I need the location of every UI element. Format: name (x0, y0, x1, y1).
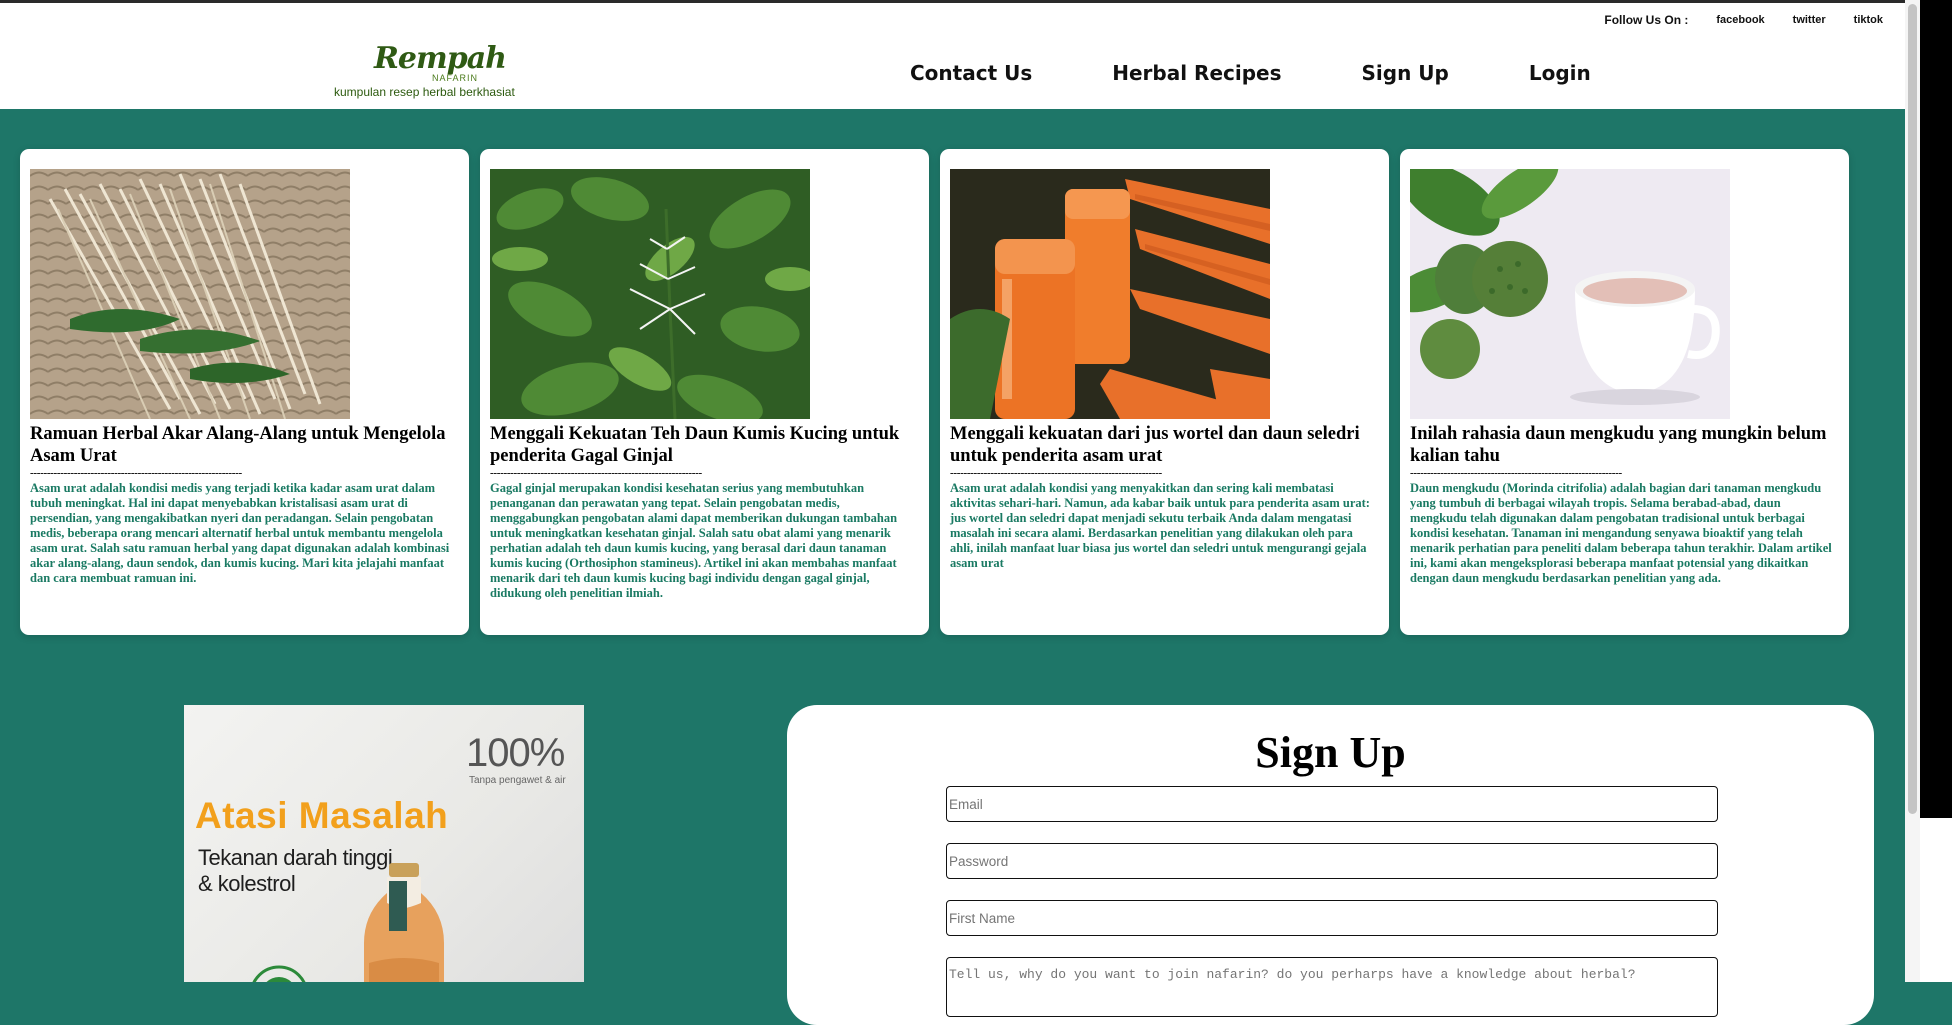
nav-herbal-recipes[interactable]: Herbal Recipes (1112, 61, 1281, 85)
twitter-link[interactable]: twitter (1793, 14, 1826, 26)
kumis-kucing-plant-image[interactable] (490, 169, 810, 419)
signup-title: Sign Up (1255, 728, 1406, 777)
promo-banner[interactable]: 100% Tanpa pengawet & air Atasi Masalah … (184, 705, 584, 982)
follow-label: Follow Us On : (1604, 13, 1689, 27)
mengkudu-leaf-tea-image[interactable] (1410, 169, 1730, 419)
email-field[interactable] (946, 786, 1718, 822)
nav-sign-up[interactable]: Sign Up (1362, 61, 1449, 85)
logo-script: Rempah (374, 41, 507, 76)
first-name-field[interactable] (946, 900, 1718, 936)
carrot-juice-image[interactable] (950, 169, 1270, 419)
card-title[interactable]: Inilah rahasia daun mengkudu yang mungki… (1410, 423, 1839, 467)
nav-contact-us[interactable]: Contact Us (910, 61, 1032, 85)
join-reason-field[interactable] (946, 957, 1718, 1017)
card-divider: ----------------------------------------… (30, 467, 242, 479)
card-body: Gagal ginjal merupakan kondisi kesehatan… (490, 481, 898, 600)
promo-percent-sub: Tanpa pengawet & air (469, 775, 566, 786)
juice-bottle-image (364, 863, 444, 982)
tiktok-link[interactable]: tiktok (1854, 14, 1883, 26)
card-title[interactable]: Menggali kekuatan dari jus wortel dan da… (950, 423, 1379, 467)
promo-headline: Atasi Masalah (195, 795, 449, 836)
article-card[interactable]: Inilah rahasia daun mengkudu yang mungki… (1400, 149, 1849, 635)
card-title[interactable]: Ramuan Herbal Akar Alang-Alang untuk Men… (30, 423, 459, 467)
card-title[interactable]: Menggali Kekuatan Teh Daun Kumis Kucing … (490, 423, 919, 467)
article-card[interactable]: Menggali Kekuatan Teh Daun Kumis Kucing … (480, 149, 929, 635)
card-divider: ----------------------------------------… (950, 467, 1162, 479)
logo-brand: NAFARIN (432, 73, 479, 83)
card-body: Daun mengkudu (Morinda citrifolia) adala… (1410, 481, 1832, 585)
card-body: Asam urat adalah kondisi medis yang terj… (30, 481, 450, 585)
article-card[interactable]: Ramuan Herbal Akar Alang-Alang untuk Men… (20, 149, 469, 635)
article-card[interactable]: Menggali kekuatan dari jus wortel dan da… (940, 149, 1389, 635)
page-scrollbar[interactable] (1905, 0, 1952, 982)
promo-percent: 100% (466, 731, 565, 775)
scrollbar-thumb[interactable] (1908, 4, 1917, 814)
facebook-link[interactable]: facebook (1716, 14, 1764, 26)
logo-tagline: kumpulan resep herbal berkhasiat (334, 85, 515, 99)
signup-form: Sign Up (787, 705, 1874, 1025)
social-links: Follow Us On : facebook twitter tiktok (1604, 13, 1883, 27)
article-cards: Ramuan Herbal Akar Alang-Alang untuk Men… (20, 149, 1849, 635)
scrollbar-filler (1920, 818, 1952, 982)
main-nav: Contact Us Herbal Recipes Sign Up Login (910, 61, 1591, 85)
alang-alang-root-image[interactable] (30, 169, 350, 419)
nav-login[interactable]: Login (1529, 61, 1591, 85)
card-body: Asam urat adalah kondisi yang menyakitka… (950, 481, 1370, 570)
halal-logo-icon (252, 965, 306, 982)
card-divider: ----------------------------------------… (1410, 467, 1622, 479)
site-logo[interactable]: Rempah NAFARIN kumpulan resep herbal ber… (334, 41, 519, 103)
card-divider: ----------------------------------------… (490, 467, 702, 479)
password-field[interactable] (946, 843, 1718, 879)
site-header: Follow Us On : facebook twitter tiktok R… (0, 3, 1905, 109)
